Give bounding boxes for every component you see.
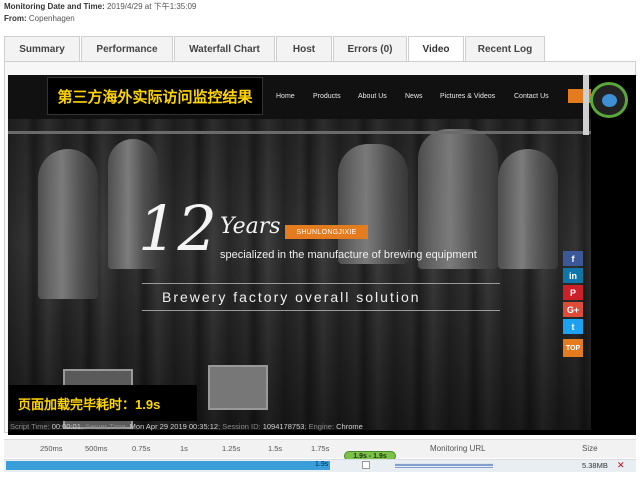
tab-errors[interactable]: Errors (0) bbox=[333, 36, 407, 61]
hero-twelve: 12 bbox=[138, 192, 217, 265]
tab-waterfall-chart[interactable]: Waterfall Chart bbox=[174, 36, 275, 61]
google-plus-icon: G+ bbox=[563, 302, 583, 317]
overlay-load-time: 页面加载完毕耗时：1.9s bbox=[9, 385, 197, 421]
tab-host[interactable]: Host bbox=[276, 36, 332, 61]
hero-rule-bottom bbox=[142, 310, 500, 311]
hero-years: Years bbox=[220, 214, 281, 239]
control-panel-shape bbox=[208, 365, 268, 410]
script-info-line: Script Time: 00:00:01; Server Time: Mon … bbox=[10, 422, 363, 431]
pipe-shape bbox=[8, 131, 591, 134]
timeline-tick: 0.75s bbox=[132, 444, 151, 453]
site-hero-image bbox=[8, 119, 591, 430]
session-id-value: 1094178753 bbox=[262, 422, 305, 431]
hero-brand-badge: SHUNLONGJIXIE bbox=[285, 225, 368, 239]
timeline-tick: 1.25s bbox=[222, 444, 241, 453]
server-time-label: Server Time: bbox=[85, 422, 128, 431]
site-nav-products: Products bbox=[313, 93, 341, 100]
hero-specialized-text: specialized in the manufacture of brewin… bbox=[220, 249, 477, 261]
monitoring-url-link[interactable]: ▬▬▬▬▬▬▬▬▬▬▬▬▬▬ bbox=[395, 461, 493, 468]
tab-summary[interactable]: Summary bbox=[4, 36, 80, 61]
report-tabs: Summary Performance Waterfall Chart Host… bbox=[4, 36, 546, 62]
monitoring-date-value: 2019/4/29 at 下午1:35:09 bbox=[106, 2, 197, 11]
eye-icon bbox=[602, 94, 617, 107]
back-to-top-button: TOP bbox=[563, 339, 583, 357]
site-nav-home: Home bbox=[276, 93, 295, 100]
engine-label: Engine: bbox=[308, 422, 335, 431]
tab-recent-log[interactable]: Recent Log bbox=[465, 36, 545, 61]
load-time-bar bbox=[6, 461, 330, 470]
tab-video[interactable]: Video bbox=[408, 36, 464, 62]
facebook-icon: f bbox=[563, 251, 583, 266]
monitoring-from-value: Copenhagen bbox=[28, 14, 75, 23]
hero-solution-text: Brewery factory overall solution bbox=[162, 289, 421, 305]
monitoring-url-header: Monitoring URL bbox=[430, 444, 486, 453]
pinterest-icon: P bbox=[563, 285, 583, 300]
tab-performance[interactable]: Performance bbox=[81, 36, 173, 61]
script-time-label: Script Time: bbox=[10, 422, 50, 431]
brewing-tank-shape bbox=[38, 149, 98, 299]
timeline-tick: 500ms bbox=[85, 444, 108, 453]
brewing-tank-shape bbox=[338, 144, 408, 264]
timeline-tick: 1.5s bbox=[268, 444, 283, 453]
server-time-value: Mon Apr 29 2019 00:35:12 bbox=[129, 422, 219, 431]
site-scrollbar bbox=[583, 75, 589, 135]
monitoring-from: From: Copenhagen bbox=[4, 13, 196, 25]
load-time-bar-label: 1.9s bbox=[315, 461, 329, 468]
site-nav-contact: Contact Us bbox=[514, 93, 549, 100]
monitoring-date: Monitoring Date and Time: 2019/4/29 at 下… bbox=[4, 1, 196, 13]
script-time-value: 00:00:01 bbox=[51, 422, 81, 431]
engine-value: Chrome bbox=[336, 422, 363, 431]
timeline-tick: 250ms bbox=[40, 444, 63, 453]
twitter-icon: t bbox=[563, 319, 583, 334]
close-icon[interactable]: ✕ bbox=[617, 460, 625, 471]
row-size-value: 5.38MB bbox=[582, 461, 608, 470]
timeline-tick: 1.75s bbox=[311, 444, 330, 453]
site-nav-about: About Us bbox=[358, 93, 387, 100]
monitoring-date-label: Monitoring Date and Time: bbox=[4, 2, 105, 11]
monitor-logo bbox=[590, 82, 628, 118]
size-header: Size bbox=[582, 444, 598, 453]
hero-rule-top bbox=[142, 283, 500, 284]
timeline-tick: 1s bbox=[180, 444, 188, 453]
monitoring-from-label: From: bbox=[4, 14, 27, 23]
site-nav-news: News bbox=[405, 93, 423, 100]
brewing-tank-shape bbox=[418, 129, 498, 269]
monitoring-meta: Monitoring Date and Time: 2019/4/29 at 下… bbox=[4, 1, 196, 25]
brewing-tank-shape bbox=[498, 149, 558, 269]
site-nav-pictures: Pictures & Videos bbox=[440, 93, 496, 100]
session-id-label: Session ID: bbox=[222, 422, 261, 431]
row-checkbox[interactable] bbox=[362, 461, 370, 469]
linkedin-icon: in bbox=[563, 268, 583, 283]
overlay-title: 第三方海外实际访问监控结果 bbox=[47, 77, 263, 115]
